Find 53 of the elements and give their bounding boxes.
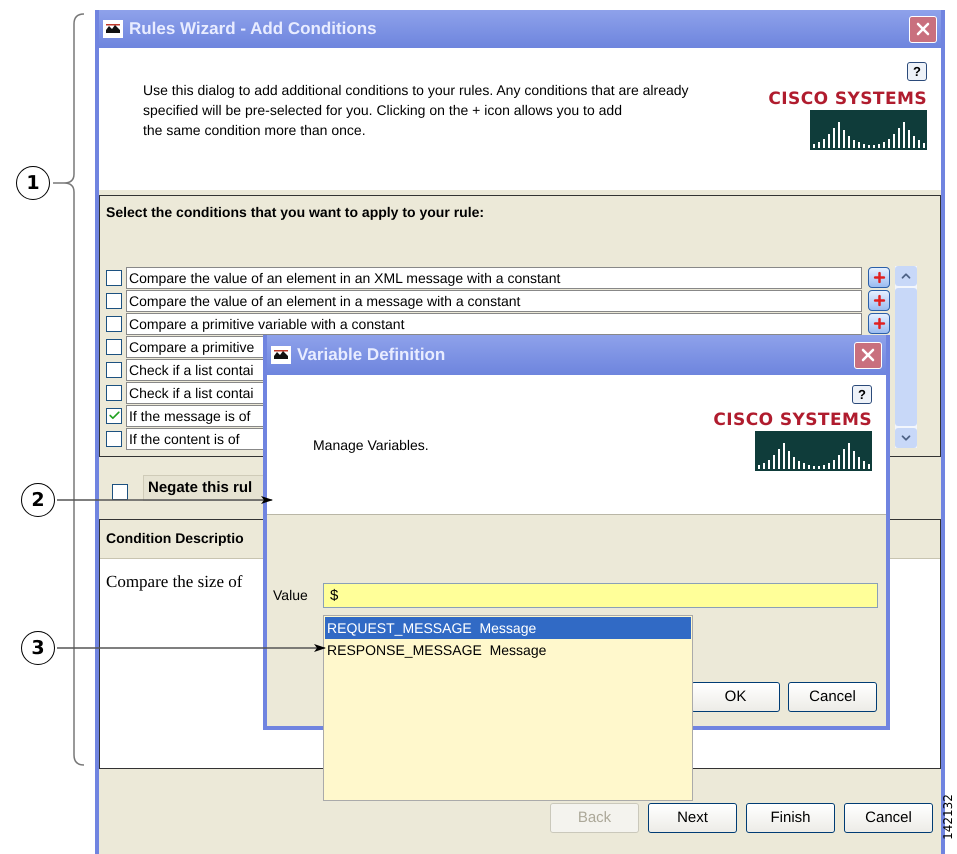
section-title: Select the conditions that you want to apply to your rule: (105, 203, 486, 222)
plus-icon (872, 270, 886, 285)
checkbox[interactable] (106, 430, 122, 446)
dialog-button[interactable]: Finish (746, 803, 835, 833)
checkbox[interactable] (112, 484, 128, 500)
scroll-up-button[interactable] (895, 266, 917, 286)
app-icon (103, 20, 123, 38)
app-icon (271, 346, 291, 364)
add-button[interactable] (868, 313, 890, 334)
description-text: Compare the size of (106, 572, 242, 591)
help-button[interactable]: ? (852, 385, 872, 404)
checkbox[interactable] (106, 408, 122, 424)
check-icon (108, 409, 120, 422)
checkbox[interactable] (106, 292, 122, 308)
close-button[interactable] (909, 16, 937, 42)
suggestion-item[interactable]: RESPONSE_MESSAGE Message (325, 639, 691, 661)
plus-icon (872, 293, 886, 308)
checkbox[interactable] (106, 338, 122, 354)
intro-text: Use this dialog to add additional conditions to your rules. Any conditions that are already specified will be pre-selected for you. Clicking on the + icon allows you to add the same condition more than once. (143, 81, 689, 140)
callout-number: 2 (21, 483, 55, 517)
bars-logo-icon (810, 110, 927, 150)
dialog-button[interactable]: OK (691, 682, 780, 712)
add-button[interactable] (868, 267, 890, 288)
callout-number: 3 (21, 631, 55, 665)
logo-text: CISCO SYSTEMS (713, 412, 872, 429)
suggestion-item[interactable]: REQUEST_MESSAGE Message (325, 617, 691, 639)
add-button[interactable] (868, 290, 890, 311)
condition-row[interactable]: Compare the value of an element in a message with a constant (126, 290, 862, 312)
scroll-thumb[interactable] (895, 288, 917, 426)
scrollbar[interactable] (895, 266, 917, 448)
checkbox[interactable] (106, 270, 122, 286)
value-field[interactable]: $ (323, 583, 878, 608)
checkbox[interactable] (106, 316, 122, 332)
window-title: Rules Wizard - Add Conditions (129, 18, 377, 40)
value-label: Value (273, 586, 309, 605)
dialog-button[interactable]: Next (648, 803, 737, 833)
plus-icon (872, 316, 886, 331)
condition-row[interactable]: Compare the value of an element in an XML message with a constant (126, 266, 862, 288)
help-button[interactable]: ? (907, 62, 927, 81)
dialog-button[interactable]: Cancel (788, 682, 877, 712)
checkbox[interactable] (106, 362, 122, 378)
dialog-button[interactable]: Cancel (844, 803, 933, 833)
window-title: Variable Definition (297, 344, 446, 366)
callout-number: 1 (16, 166, 50, 200)
logo-text: CISCO SYSTEMS (768, 91, 927, 108)
condition-row[interactable]: Compare a primitive variable with a constant (126, 312, 862, 334)
scroll-down-button[interactable] (895, 428, 917, 448)
bars-logo-icon (755, 431, 872, 471)
checkbox[interactable] (106, 384, 122, 400)
dialog-message: Manage Variables. (313, 436, 429, 455)
figure-number: 142132 (940, 794, 956, 840)
close-button[interactable] (854, 342, 882, 368)
description-title: Condition Descriptio (105, 529, 245, 548)
